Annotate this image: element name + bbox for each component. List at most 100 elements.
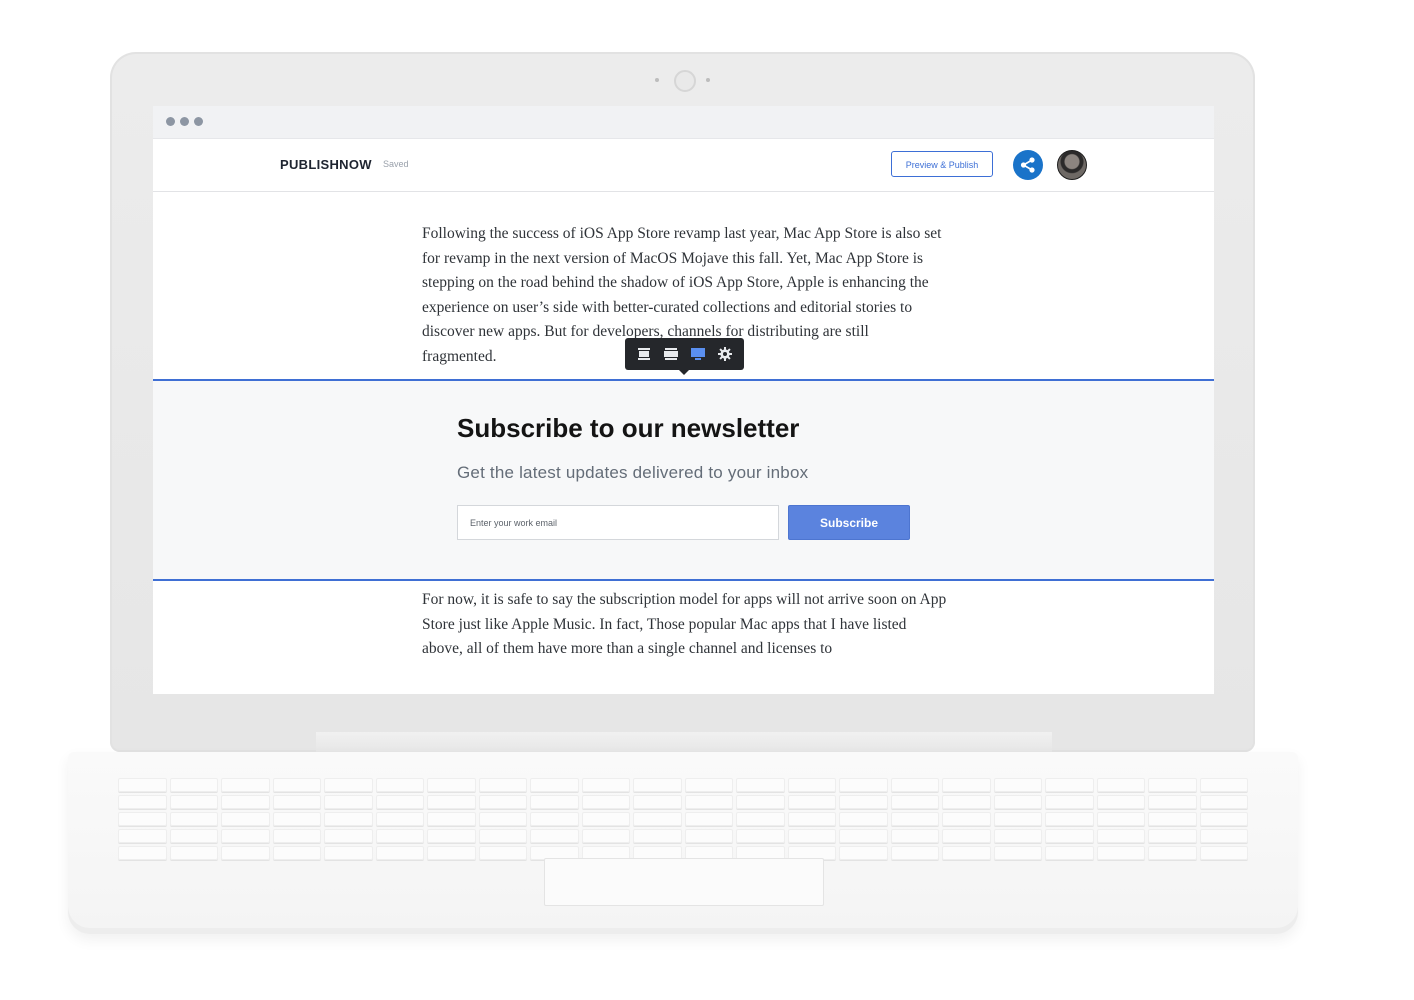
keyboard-key <box>530 829 579 843</box>
window-dot[interactable] <box>194 117 203 126</box>
newsletter-block[interactable]: Subscribe to our newsletter Get the late… <box>153 379 1214 581</box>
keyboard-key <box>169 846 218 860</box>
laptop-lid: PUBLISHNOW Saved Preview & Publish Follo… <box>110 52 1255 752</box>
keyboard-key <box>736 795 785 809</box>
keyboard-key <box>633 778 682 792</box>
trackpad <box>544 858 824 906</box>
keyboard-key <box>993 778 1042 792</box>
keyboard-key <box>427 795 476 809</box>
keyboard-key <box>1148 812 1197 826</box>
keyboard-key <box>684 795 733 809</box>
keyboard-key <box>272 778 321 792</box>
keyboard-key <box>1148 795 1197 809</box>
preview-publish-button[interactable]: Preview & Publish <box>891 151 993 177</box>
keyboard-key <box>942 829 991 843</box>
keyboard-key <box>427 829 476 843</box>
keyboard-key <box>1199 846 1248 860</box>
keyboard-key <box>890 829 939 843</box>
keyboard-key <box>478 812 527 826</box>
keyboard-key <box>736 812 785 826</box>
keyboard-key <box>839 846 888 860</box>
screen: PUBLISHNOW Saved Preview & Publish Follo… <box>153 106 1214 694</box>
layout-narrow-button[interactable] <box>635 345 653 363</box>
keyboard-key <box>221 812 270 826</box>
keyboard-key <box>478 795 527 809</box>
keyboard-key <box>839 829 888 843</box>
keyboard-key <box>581 778 630 792</box>
keyboard-key <box>633 829 682 843</box>
keyboard-key <box>375 812 424 826</box>
keyboard-key <box>1096 812 1145 826</box>
share-button[interactable] <box>1013 150 1043 180</box>
newsletter-subtitle: Get the latest updates delivered to your… <box>457 463 809 482</box>
email-field[interactable] <box>457 505 779 540</box>
keyboard-key <box>890 812 939 826</box>
newsletter-title: Subscribe to our newsletter <box>457 413 800 443</box>
keyboard-key <box>993 812 1042 826</box>
keyboard-key <box>633 812 682 826</box>
keyboard-key <box>169 829 218 843</box>
keyboard-key <box>169 812 218 826</box>
keyboard-key <box>1096 778 1145 792</box>
keyboard-key <box>890 846 939 860</box>
keyboard-key <box>684 812 733 826</box>
keyboard-key <box>1045 812 1094 826</box>
layout-wide-button[interactable] <box>662 345 680 363</box>
keyboard-key <box>118 829 167 843</box>
keyboard-key <box>324 778 373 792</box>
keyboard-key <box>478 846 527 860</box>
keyboard-key <box>942 846 991 860</box>
keyboard-key <box>839 812 888 826</box>
keyboard-key <box>1199 812 1248 826</box>
app-logo[interactable]: PUBLISHNOW <box>280 157 372 172</box>
keyboard-key <box>324 829 373 843</box>
keyboard-key <box>1199 778 1248 792</box>
keyboard-key <box>375 778 424 792</box>
keyboard-key <box>787 829 836 843</box>
keyboard-key <box>221 846 270 860</box>
keyboard-key <box>427 846 476 860</box>
block-settings-button[interactable] <box>716 345 734 363</box>
keyboard-key <box>427 778 476 792</box>
keyboard-key <box>530 812 579 826</box>
keyboard-key <box>839 795 888 809</box>
keyboard-key <box>530 778 579 792</box>
keyboard-key <box>118 846 167 860</box>
layout-full-button[interactable] <box>689 345 707 363</box>
share-icon <box>1020 157 1035 173</box>
keyboard-key <box>530 795 579 809</box>
keyboard-key <box>272 846 321 860</box>
subscribe-button[interactable]: Subscribe <box>788 505 910 540</box>
keyboard-key <box>787 812 836 826</box>
block-toolbar <box>625 338 744 375</box>
keyboard-key <box>1096 846 1145 860</box>
keyboard-key <box>1148 778 1197 792</box>
keyboard-key <box>1199 829 1248 843</box>
keyboard-key <box>169 795 218 809</box>
keyboard-key <box>736 778 785 792</box>
webcam <box>674 70 696 92</box>
user-avatar[interactable] <box>1057 150 1087 180</box>
keyboard-key <box>684 778 733 792</box>
keyboard-key <box>1199 795 1248 809</box>
keyboard <box>118 778 1248 860</box>
keyboard-key <box>890 795 939 809</box>
keyboard-key <box>1148 829 1197 843</box>
layout-wide-icon <box>664 348 679 360</box>
laptop-base <box>68 752 1298 934</box>
keyboard-key <box>839 778 888 792</box>
keyboard-key <box>221 778 270 792</box>
window-dot[interactable] <box>180 117 189 126</box>
keyboard-key <box>993 795 1042 809</box>
keyboard-key <box>118 812 167 826</box>
keyboard-key <box>375 829 424 843</box>
keyboard-key <box>787 795 836 809</box>
article-paragraph[interactable]: For now, it is safe to say the subscript… <box>422 588 947 662</box>
keyboard-key <box>581 795 630 809</box>
keyboard-key <box>684 829 733 843</box>
window-dot[interactable] <box>166 117 175 126</box>
keyboard-key <box>221 795 270 809</box>
keyboard-key <box>942 778 991 792</box>
keyboard-key <box>633 795 682 809</box>
keyboard-key <box>118 778 167 792</box>
